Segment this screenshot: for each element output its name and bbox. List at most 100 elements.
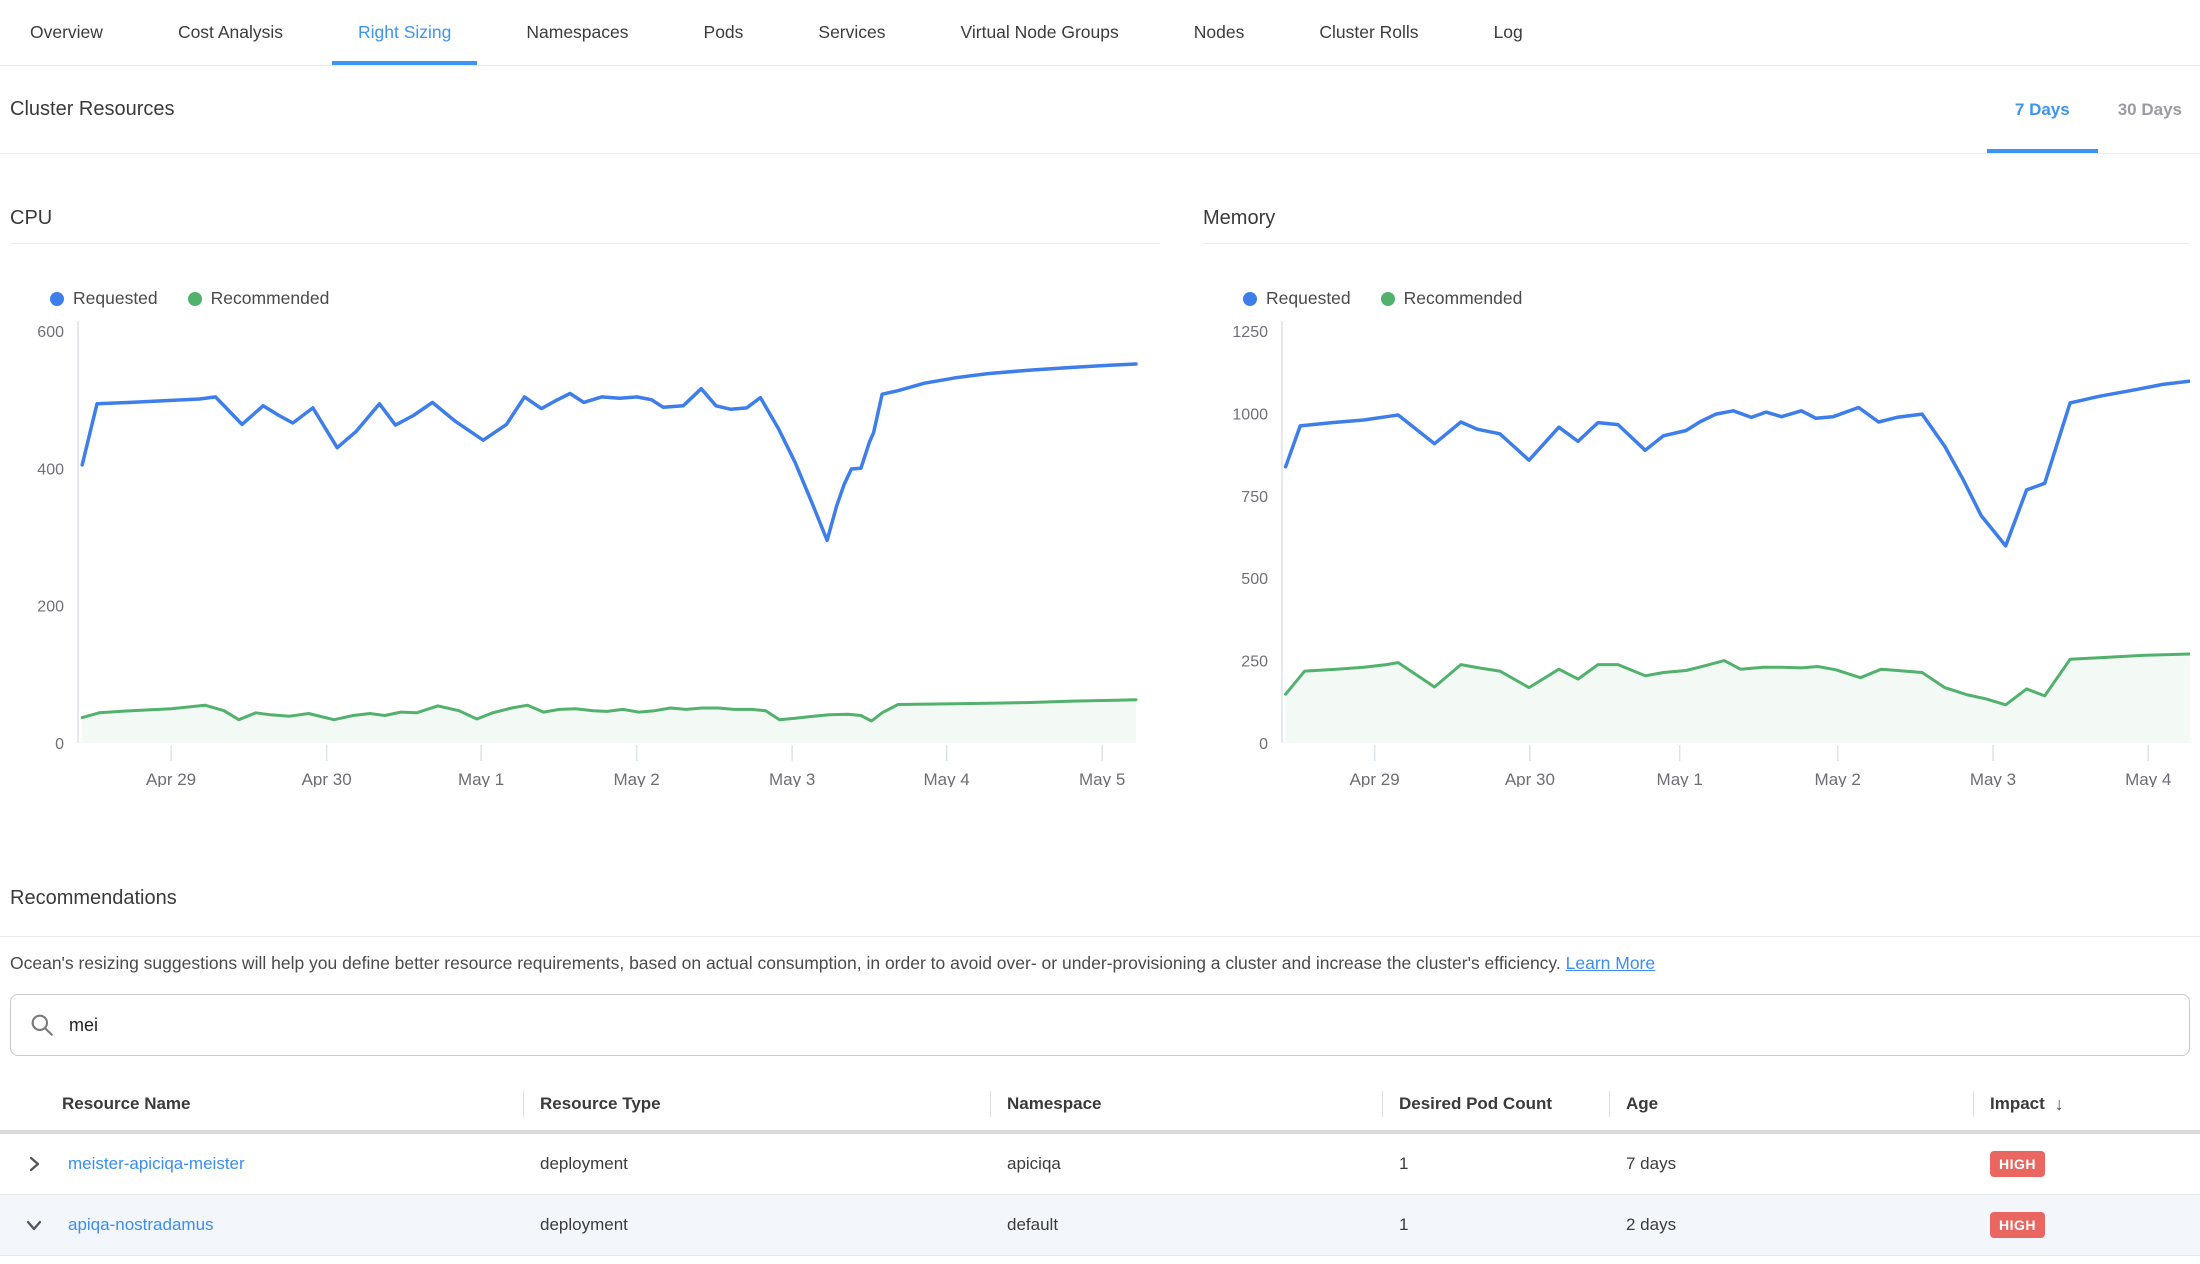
desired-pod-count-cell: 1 — [1382, 1215, 1609, 1235]
svg-text:Apr 29: Apr 29 — [1350, 770, 1400, 787]
svg-text:750: 750 — [1241, 489, 1268, 506]
cpu-chart-title: CPU — [10, 154, 1160, 244]
tab-cluster-rolls[interactable]: Cluster Rolls — [1319, 0, 1418, 65]
tab-pods[interactable]: Pods — [704, 0, 744, 65]
legend-dot-recommended — [188, 292, 202, 306]
memory-chart-title: Memory — [1203, 154, 2190, 244]
memory-chart-panel: Memory Requested Recommended 0 250 500 750 10… — [1203, 154, 2190, 787]
legend-label: Requested — [1266, 288, 1351, 309]
tab-namespaces[interactable]: Namespaces — [526, 0, 628, 65]
svg-text:May 5: May 5 — [1079, 770, 1125, 787]
column-label: Resource Name — [62, 1094, 191, 1114]
column-label: Resource Type — [540, 1094, 661, 1114]
cluster-resources-header: Cluster Resources 7 Days 30 Days — [0, 66, 2200, 154]
range-option-30-days[interactable]: 30 Days — [2118, 66, 2182, 153]
resource-name-link[interactable]: apiqa-nostradamus — [68, 1215, 214, 1235]
svg-text:1000: 1000 — [1232, 406, 1268, 423]
recommendations-divider — [0, 936, 2200, 937]
memory-chart-legend: Requested Recommended — [1203, 288, 2190, 309]
resource-search — [10, 994, 2190, 1056]
tab-nodes[interactable]: Nodes — [1194, 0, 1245, 65]
resource-type-cell: deployment — [523, 1154, 990, 1174]
search-icon — [29, 1012, 55, 1038]
svg-text:600: 600 — [37, 324, 64, 341]
column-label: Namespace — [1007, 1094, 1102, 1114]
table-body: meister-apiciqa-meisterdeploymentapiciqa… — [0, 1134, 2200, 1256]
age-cell: 2 days — [1609, 1215, 1973, 1235]
tab-services[interactable]: Services — [818, 0, 885, 65]
tab-overview[interactable]: Overview — [30, 0, 103, 65]
svg-text:1250: 1250 — [1232, 324, 1268, 341]
column-label: Impact — [1990, 1094, 2045, 1114]
recommendations-title: Recommendations — [10, 887, 2190, 910]
range-option-7-days[interactable]: 7 Days — [2015, 66, 2070, 153]
recommendations-text: Ocean's resizing suggestions will help y… — [10, 953, 1561, 973]
column-label: Age — [1626, 1094, 1658, 1114]
legend-item-requested: Requested — [1243, 288, 1351, 309]
resource-name-cell: apiqa-nostradamus — [0, 1214, 523, 1236]
recommendations-description: Ocean's resizing suggestions will help y… — [10, 953, 2190, 974]
legend-dot-requested — [50, 292, 64, 306]
svg-text:0: 0 — [55, 736, 64, 753]
table-header-row: Resource Name Resource Type Namespace Desir… — [0, 1078, 2200, 1134]
tab-virtual-node-groups[interactable]: Virtual Node Groups — [961, 0, 1119, 65]
age-cell: 7 days — [1609, 1154, 1973, 1174]
impact-cell: HIGH — [1973, 1212, 2200, 1238]
svg-text:May 1: May 1 — [458, 770, 504, 787]
svg-text:May 2: May 2 — [1815, 770, 1861, 787]
impact-badge: HIGH — [1990, 1151, 2045, 1177]
svg-text:Apr 30: Apr 30 — [1505, 770, 1555, 787]
legend-item-recommended: Recommended — [1381, 288, 1523, 309]
legend-label: Recommended — [211, 288, 330, 309]
column-header-resource-name[interactable]: Resource Name — [0, 1078, 523, 1130]
impact-badge: HIGH — [1990, 1212, 2045, 1238]
column-header-age[interactable]: Age — [1609, 1078, 1973, 1130]
namespace-cell: apiciqa — [990, 1154, 1382, 1174]
svg-text:500: 500 — [1241, 571, 1268, 588]
svg-text:May 4: May 4 — [923, 770, 969, 787]
legend-item-requested: Requested — [50, 288, 158, 309]
recommendations-table: Resource Name Resource Type Namespace Desir… — [0, 1078, 2200, 1256]
svg-text:May 3: May 3 — [769, 770, 815, 787]
svg-text:400: 400 — [37, 461, 64, 478]
table-row: apiqa-nostradamus deploymentdefault12 day… — [0, 1195, 2200, 1256]
tab-cost-analysis[interactable]: Cost Analysis — [178, 0, 283, 65]
collapse-row-icon[interactable] — [24, 1214, 58, 1236]
namespace-cell: default — [990, 1215, 1382, 1235]
resource-name-link[interactable]: meister-apiciqa-meister — [68, 1154, 245, 1174]
cpu-chart-legend: Requested Recommended — [10, 288, 1160, 309]
charts-row: CPU RequestedRecommended 0200400600Apr 2… — [0, 154, 2200, 787]
resource-name-cell: meister-apiciqa-meister — [0, 1153, 523, 1175]
time-range-toggle: 7 Days 30 Days — [2015, 66, 2200, 153]
resource-type-cell: deployment — [523, 1215, 990, 1235]
column-header-namespace[interactable]: Namespace — [990, 1078, 1382, 1130]
cluster-resources-title: Cluster Resources — [10, 98, 175, 121]
svg-text:250: 250 — [1241, 654, 1268, 671]
svg-text:Apr 30: Apr 30 — [302, 770, 352, 787]
svg-text:May 4: May 4 — [2125, 770, 2171, 787]
svg-text:0: 0 — [1259, 736, 1268, 753]
column-label: Desired Pod Count — [1399, 1094, 1552, 1114]
column-header-desired-pod-count[interactable]: Desired Pod Count — [1382, 1078, 1609, 1130]
legend-item-recommended: Recommended — [188, 288, 330, 309]
impact-cell: HIGH — [1973, 1151, 2200, 1177]
svg-text:May 1: May 1 — [1657, 770, 1703, 787]
cpu-chart-panel: CPU RequestedRecommended 0200400600Apr 2… — [10, 154, 1160, 787]
column-header-impact[interactable]: Impact ↓ — [1973, 1078, 2200, 1130]
top-tab-bar: Overview Cost Analysis Right Sizing Namespa… — [0, 0, 2200, 66]
memory-chart: 0 250 500 750 1000 1250 Apr 29 Apr 30 May 1 May 2… — [1203, 315, 2190, 787]
svg-text:Apr 29: Apr 29 — [146, 770, 196, 787]
recommendations-section: Recommendations Ocean's resizing suggest… — [0, 887, 2200, 974]
legend-dot-requested — [1243, 292, 1257, 306]
expand-row-icon[interactable] — [24, 1153, 58, 1175]
search-input[interactable] — [69, 1015, 2171, 1036]
legend-dot-recommended — [1381, 292, 1395, 306]
svg-text:May 2: May 2 — [613, 770, 659, 787]
column-header-resource-type[interactable]: Resource Type — [523, 1078, 990, 1130]
learn-more-link[interactable]: Learn More — [1566, 953, 1656, 973]
legend-label: Recommended — [1404, 288, 1523, 309]
tab-right-sizing[interactable]: Right Sizing — [358, 0, 451, 65]
desired-pod-count-cell: 1 — [1382, 1154, 1609, 1174]
tab-log[interactable]: Log — [1494, 0, 1523, 65]
sort-desc-icon[interactable]: ↓ — [2055, 1094, 2064, 1115]
